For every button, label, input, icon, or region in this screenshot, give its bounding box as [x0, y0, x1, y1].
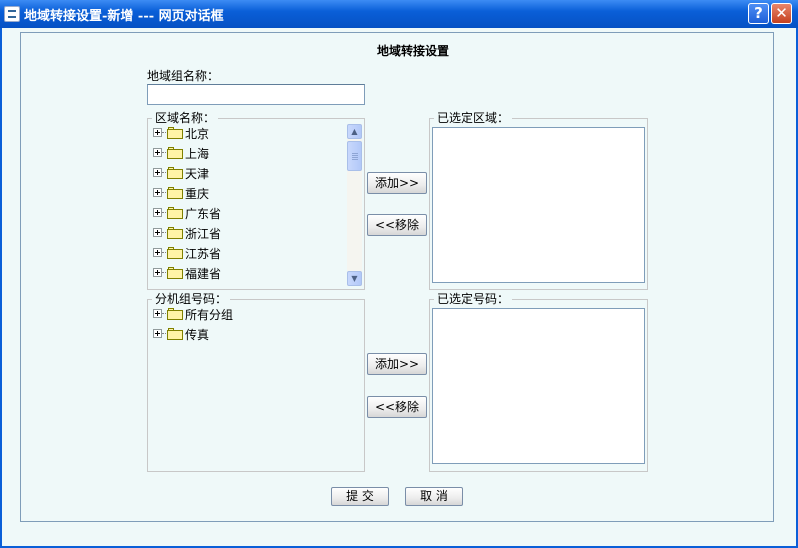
help-button[interactable]: ? [748, 3, 769, 24]
selected-number-list[interactable] [432, 308, 645, 464]
expand-icon[interactable] [153, 148, 162, 157]
tree-item-label[interactable]: 江苏省 [185, 245, 221, 262]
expand-icon[interactable] [153, 329, 162, 338]
add-region-button[interactable]: 添加>> [367, 172, 427, 194]
folder-icon [167, 167, 183, 179]
dialog-body: 地域转接设置 地域组名称： 区域名称： 北京上海天津重庆广东省浙江省江苏省福建省… [2, 28, 796, 546]
folder-icon [167, 267, 183, 279]
ext-group-tree-box: 分机组号码： 所有分组传真 [147, 293, 365, 472]
folder-icon [167, 247, 183, 259]
expand-icon[interactable] [153, 208, 162, 217]
cancel-button[interactable]: 取 消 [405, 487, 463, 506]
expand-icon[interactable] [153, 128, 162, 137]
group-name-label: 地域组名称： [147, 69, 220, 83]
add-number-button[interactable]: 添加>> [367, 353, 427, 375]
expand-icon[interactable] [153, 248, 162, 257]
tree-item-label[interactable]: 福建省 [185, 265, 221, 282]
region-tree-label: 区域名称： [155, 111, 216, 125]
dialog-icon [4, 6, 20, 22]
selected-region-label: 已选定区域： [437, 111, 510, 125]
tree-item-label[interactable]: 北京 [185, 125, 209, 142]
folder-icon [167, 328, 183, 340]
region-tree-box: 区域名称： 北京上海天津重庆广东省浙江省江苏省福建省 ▲ ▼ [147, 112, 365, 290]
expand-icon[interactable] [153, 168, 162, 177]
tree-item-label[interactable]: 所有分组 [185, 306, 233, 323]
folder-icon [167, 207, 183, 219]
scroll-down-icon[interactable]: ▼ [347, 271, 362, 286]
scroll-thumb[interactable] [347, 141, 362, 171]
tree-item-label[interactable]: 浙江省 [185, 225, 221, 242]
title-bar: 地域转接设置-新增 --- 网页对话框 ? ✕ [0, 0, 798, 28]
expand-icon[interactable] [153, 268, 162, 277]
submit-button[interactable]: 提 交 [331, 487, 389, 506]
ext-group-label: 分机组号码： [155, 292, 228, 306]
region-tree-scrollbar[interactable]: ▲ ▼ [347, 124, 362, 286]
expand-icon[interactable] [153, 228, 162, 237]
group-name-input[interactable] [147, 84, 365, 105]
selected-number-label: 已选定号码： [437, 292, 510, 306]
folder-icon [167, 227, 183, 239]
region-tree: 北京上海天津重庆广东省浙江省江苏省福建省 [153, 124, 343, 284]
remove-number-button[interactable]: <<移除 [367, 396, 427, 418]
folder-icon [167, 187, 183, 199]
tree-item-label[interactable]: 上海 [185, 145, 209, 162]
remove-region-button[interactable]: <<移除 [367, 214, 427, 236]
form-panel: 地域转接设置 地域组名称： 区域名称： 北京上海天津重庆广东省浙江省江苏省福建省… [20, 32, 774, 522]
folder-icon [167, 308, 183, 320]
selected-region-list[interactable] [432, 127, 645, 283]
folder-icon [167, 147, 183, 159]
window-title: 地域转接设置-新增 --- 网页对话框 [24, 9, 224, 24]
folder-icon [167, 127, 183, 139]
tree-item-label[interactable]: 天津 [185, 165, 209, 182]
tree-item-label[interactable]: 传真 [185, 326, 209, 343]
ext-group-tree: 所有分组 传真 [153, 305, 358, 465]
form-heading: 地域转接设置 [377, 44, 450, 58]
expand-icon[interactable] [153, 309, 162, 318]
tree-item-label[interactable]: 重庆 [185, 185, 209, 202]
scroll-up-icon[interactable]: ▲ [347, 124, 362, 139]
close-button[interactable]: ✕ [771, 3, 792, 24]
expand-icon[interactable] [153, 188, 162, 197]
tree-item-label[interactable]: 广东省 [185, 205, 221, 222]
selected-number-box: 已选定号码： [429, 293, 648, 472]
selected-region-box: 已选定区域： [429, 112, 648, 290]
